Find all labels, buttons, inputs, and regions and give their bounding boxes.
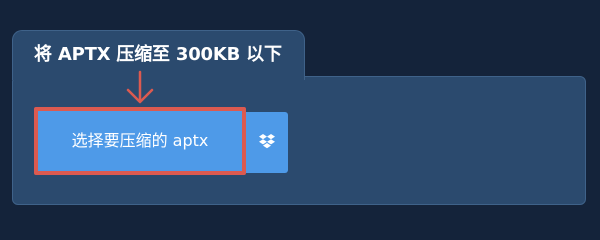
page-title: 将 APTX 压缩至 300KB 以下	[34, 44, 282, 65]
choose-file-button[interactable]: 选择要压缩的 aptx	[34, 107, 246, 175]
compress-widget: 将 APTX 压缩至 300KB 以下 选择要压缩的 aptx	[0, 0, 600, 230]
dropbox-button[interactable]	[246, 112, 288, 173]
dropbox-icon	[259, 134, 275, 149]
arrow-down-icon	[126, 70, 154, 104]
